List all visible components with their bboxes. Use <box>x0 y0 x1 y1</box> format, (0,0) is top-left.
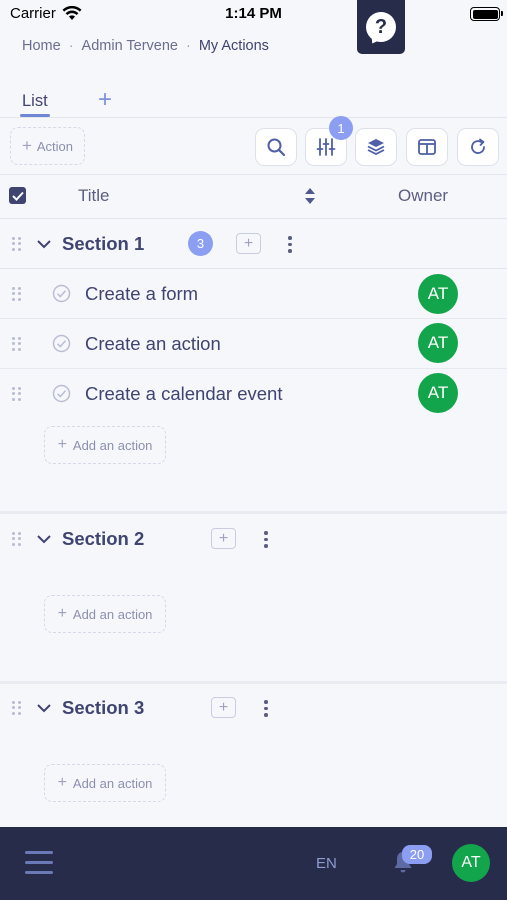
more-options-icon[interactable] <box>264 531 268 548</box>
filter-count-badge: 1 <box>329 116 353 140</box>
section-divider <box>0 511 507 514</box>
drag-handle-icon[interactable] <box>12 237 22 251</box>
columns-button[interactable] <box>406 128 448 166</box>
plus-icon: + <box>57 605 67 622</box>
user-avatar[interactable]: AT <box>452 844 490 882</box>
tab-list[interactable]: List <box>22 92 48 111</box>
section-add-button[interactable]: + <box>211 528 236 549</box>
add-item-button[interactable]: + Add an action <box>44 426 166 464</box>
chevron-down-icon[interactable] <box>36 238 52 250</box>
divider <box>0 174 507 175</box>
section-count-badge: 3 <box>188 231 213 256</box>
section-add-button[interactable]: + <box>236 233 261 254</box>
battery-icon <box>470 7 503 21</box>
action-title[interactable]: Create a form <box>85 283 198 305</box>
table-row[interactable]: Create a form AT <box>0 269 507 319</box>
add-action-label: Action <box>36 138 74 154</box>
divider <box>0 218 507 219</box>
search-button[interactable] <box>255 128 297 166</box>
drag-handle-icon[interactable] <box>12 387 22 401</box>
menu-icon[interactable] <box>25 851 53 874</box>
refresh-icon <box>471 138 485 154</box>
drag-handle-icon[interactable] <box>12 337 22 351</box>
help-button[interactable]: ? <box>357 0 405 54</box>
drag-handle-icon[interactable] <box>12 532 22 546</box>
sort-icon[interactable] <box>303 186 317 211</box>
avatar[interactable]: AT <box>418 274 458 314</box>
plus-icon: + <box>57 774 67 791</box>
more-options-icon[interactable] <box>264 700 268 717</box>
section-title[interactable]: Section 1 <box>62 233 144 255</box>
column-header-owner[interactable]: Owner <box>398 186 448 206</box>
add-tab-button[interactable]: + <box>98 86 112 114</box>
plus-icon: + <box>21 136 32 155</box>
more-options-icon[interactable] <box>288 236 292 253</box>
breadcrumb-admin[interactable]: Admin Tervene <box>82 38 178 54</box>
search-icon <box>267 138 286 157</box>
add-item-button[interactable]: + Add an action <box>44 595 166 633</box>
breadcrumb-current: My Actions <box>198 38 269 54</box>
table-row[interactable]: Create a calendar event AT <box>0 369 507 419</box>
language-selector[interactable]: EN <box>316 855 337 872</box>
avatar[interactable]: AT <box>418 373 458 413</box>
add-item-label: Add an action <box>72 775 153 791</box>
breadcrumb-separator: · <box>185 38 191 54</box>
status-bar: Carrier 1:14 PM <box>0 0 507 28</box>
check-circle-icon[interactable] <box>52 334 71 353</box>
drag-handle-icon[interactable] <box>12 701 22 715</box>
breadcrumb-home[interactable]: Home <box>22 38 61 54</box>
breadcrumb: Home · Admin Tervene · My Actions <box>22 38 269 54</box>
chevron-down-icon[interactable] <box>36 702 52 714</box>
sliders-icon <box>316 138 336 156</box>
avatar[interactable]: AT <box>418 323 458 363</box>
check-icon <box>11 191 24 201</box>
select-all-checkbox[interactable] <box>9 187 26 204</box>
section-title[interactable]: Section 2 <box>62 528 144 550</box>
add-item-label: Add an action <box>72 437 153 453</box>
bottom-navigation <box>0 827 507 900</box>
divider <box>0 117 507 118</box>
add-action-button[interactable]: + Action <box>10 127 85 165</box>
plus-icon: + <box>57 436 67 453</box>
action-title[interactable]: Create a calendar event <box>85 383 282 405</box>
drag-handle-icon[interactable] <box>12 287 22 301</box>
breadcrumb-separator: · <box>68 38 74 54</box>
check-circle-icon[interactable] <box>52 384 71 403</box>
refresh-button[interactable] <box>457 128 499 166</box>
add-item-label: Add an action <box>72 606 153 622</box>
clock: 1:14 PM <box>225 5 282 22</box>
section-add-button[interactable]: + <box>211 697 236 718</box>
chevron-down-icon[interactable] <box>36 533 52 545</box>
action-title[interactable]: Create an action <box>85 333 221 355</box>
column-header-title[interactable]: Title <box>78 186 110 206</box>
layers-button[interactable] <box>355 128 397 166</box>
section-divider <box>0 681 507 684</box>
table-row[interactable]: Create an action AT <box>0 319 507 369</box>
columns-icon <box>418 139 436 155</box>
add-item-button[interactable]: + Add an action <box>44 764 166 802</box>
check-circle-icon[interactable] <box>52 284 71 303</box>
layers-icon <box>367 139 385 156</box>
help-icon: ? <box>366 12 396 42</box>
notification-count-badge: 20 <box>402 845 432 864</box>
section-title[interactable]: Section 3 <box>62 697 144 719</box>
